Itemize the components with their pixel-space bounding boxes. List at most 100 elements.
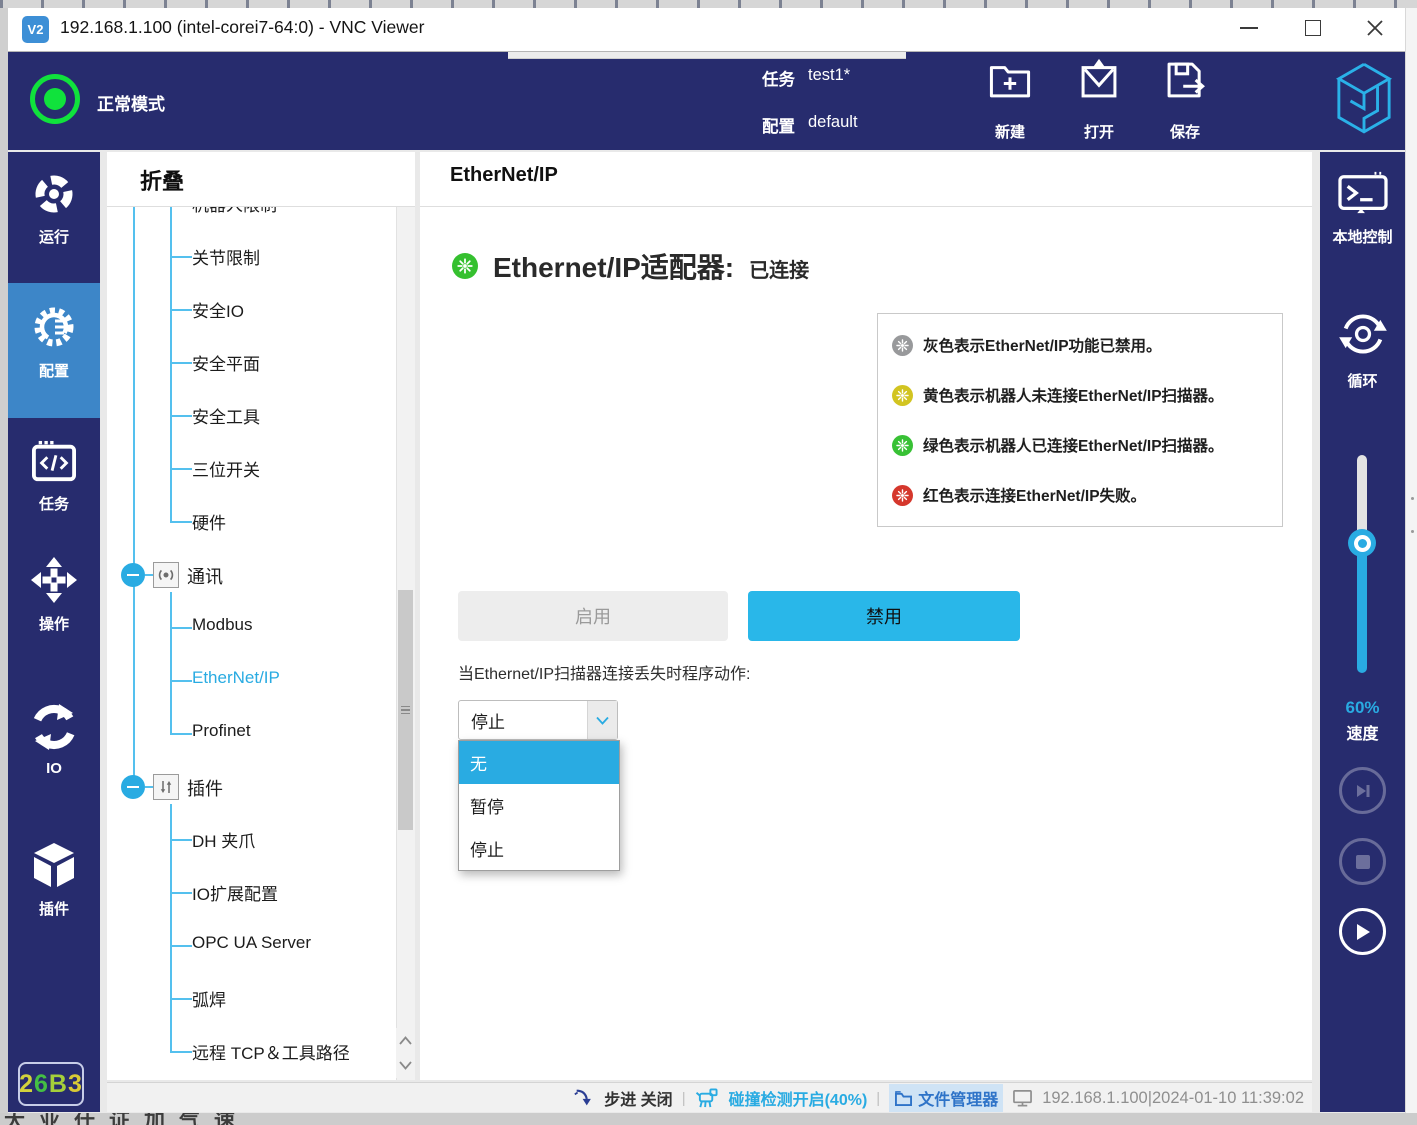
- minimize-button[interactable]: [1226, 8, 1272, 48]
- local-control-label: 本地控制: [1332, 226, 1392, 247]
- collapse-toggle-icon[interactable]: [121, 775, 145, 799]
- file-manager-button[interactable]: 文件管理器: [889, 1084, 1003, 1112]
- select-value: 停止: [459, 701, 587, 739]
- new-button[interactable]: 新建: [978, 58, 1042, 142]
- speed-slider-fill[interactable]: [1357, 543, 1367, 673]
- tree-collapse-header[interactable]: 折叠: [140, 164, 184, 196]
- tree-connector: [170, 521, 192, 523]
- tree-item-plugins[interactable]: 插件: [187, 775, 223, 801]
- play-button[interactable]: [1339, 908, 1386, 955]
- step-mode-status[interactable]: 步进 关闭: [604, 1086, 672, 1110]
- save-button[interactable]: 保存: [1153, 58, 1217, 142]
- safety-checksum-badge: 2 6 B 3: [18, 1062, 84, 1106]
- tree-item-io-expansion[interactable]: IO扩展配置: [192, 880, 278, 905]
- tree-connector: [170, 892, 192, 894]
- sidebar-item-task[interactable]: 任务: [8, 432, 100, 532]
- step-next-button[interactable]: [1339, 767, 1386, 814]
- scroll-down-button[interactable]: [396, 1053, 415, 1078]
- tree-item-ethernet-ip[interactable]: EtherNet/IP: [192, 668, 280, 688]
- tree-item-arc-welding[interactable]: 弧焊: [192, 986, 226, 1011]
- config-label: 配置: [762, 113, 795, 137]
- task-code-icon: [31, 440, 77, 484]
- chevron-down-icon: [596, 716, 609, 725]
- enable-button[interactable]: 启用: [458, 591, 728, 641]
- tree-connector: [170, 839, 192, 841]
- collision-detect-status[interactable]: 碰撞检测开启(40%): [729, 1086, 868, 1110]
- maximize-icon: [1305, 20, 1321, 36]
- tree-item-hardware[interactable]: 硬件: [192, 509, 226, 534]
- loop-label: 循环: [1347, 370, 1377, 391]
- gray-status-icon: [892, 335, 913, 356]
- yellow-status-icon: [892, 385, 913, 406]
- window-title: 192.168.1.100 (intel-corei7-64:0) - VNC …: [60, 17, 424, 38]
- loss-action-select[interactable]: 停止: [458, 700, 618, 740]
- folder-icon: [894, 1090, 913, 1107]
- monitor-icon: [1012, 1089, 1033, 1108]
- tree-item-opc-ua-server[interactable]: OPC UA Server: [192, 933, 311, 953]
- speed-slider-knob[interactable]: [1348, 529, 1376, 557]
- scroll-up-button[interactable]: [396, 1028, 415, 1053]
- tree-item-dh-gripper[interactable]: DH 夹爪: [192, 827, 255, 852]
- sidebar-item-label: 配置: [39, 360, 69, 381]
- sidebar-item-label: 运行: [39, 226, 69, 247]
- open-button[interactable]: 打开: [1067, 58, 1131, 142]
- maximize-button[interactable]: [1290, 8, 1336, 48]
- tree-item-three-position-switch[interactable]: 三位开关: [192, 456, 260, 481]
- scrollbar-grip-icon: [401, 704, 410, 717]
- dropdown-option-none[interactable]: 无: [459, 741, 619, 784]
- loop-button[interactable]: 循环: [1320, 308, 1405, 391]
- sidebar-item-jog[interactable]: 操作: [8, 548, 100, 648]
- screen: V2 192.168.1.100 (intel-corei7-64:0) - V…: [0, 0, 1417, 1125]
- tree-item-profinet[interactable]: Profinet: [192, 721, 251, 741]
- comm-antenna-icon: [153, 562, 179, 588]
- legend-row: 黄色表示机器人未连接EtherNet/IP扫描器。: [892, 384, 1268, 406]
- checksum-char: 3: [68, 1070, 83, 1099]
- tree-item-safety-io[interactable]: 安全IO: [192, 297, 244, 322]
- close-icon: [1365, 18, 1385, 38]
- tree-item-robot-limits[interactable]: 机器人限制: [192, 207, 277, 216]
- collapse-toggle-icon[interactable]: [121, 563, 145, 587]
- loop-cycle-icon: [1337, 308, 1389, 360]
- legend-text: 黄色表示机器人未连接EtherNet/IP扫描器。: [923, 384, 1224, 406]
- stop-button[interactable]: [1339, 838, 1386, 885]
- close-button[interactable]: [1352, 8, 1398, 48]
- run-target-icon: [31, 171, 77, 217]
- robot-mode-indicator[interactable]: [30, 74, 80, 124]
- tree-scrollbar-thumb[interactable]: [398, 590, 413, 830]
- config-value[interactable]: default: [808, 113, 858, 132]
- legend-text: 绿色表示机器人已连接EtherNet/IP扫描器。: [923, 434, 1224, 456]
- cube-icon: [30, 841, 78, 889]
- mode-label: 正常模式: [97, 90, 165, 115]
- select-arrow-button[interactable]: [587, 701, 617, 739]
- dropdown-option-stop[interactable]: 停止: [459, 827, 619, 870]
- dropdown-option-pause[interactable]: 暂停: [459, 784, 619, 827]
- tree-connector: [170, 309, 192, 311]
- sidebar-item-run[interactable]: 运行: [8, 163, 100, 263]
- checksum-char: 2: [19, 1070, 34, 1099]
- io-swap-icon: [30, 703, 78, 751]
- sidebar-item-config[interactable]: 配置: [8, 283, 100, 418]
- adapter-status-row: Ethernet/IP适配器: 已连接: [452, 246, 809, 286]
- tree-item-remote-tcp[interactable]: 远程 TCP＆工具路径: [192, 1039, 350, 1064]
- brand-logo-icon: [1335, 60, 1393, 138]
- tree-item-modbus[interactable]: Modbus: [192, 615, 252, 635]
- task-value[interactable]: test1*: [808, 66, 850, 85]
- tree-item-safety-plane[interactable]: 安全平面: [192, 350, 260, 375]
- desktop-edge-bottom: 大业什证加气速: [0, 1113, 1417, 1125]
- desktop-edge-top: [0, 0, 1417, 8]
- open-button-label: 打开: [1084, 121, 1114, 142]
- minimize-icon: [1240, 27, 1258, 29]
- local-control-button[interactable]: 本地控制: [1320, 170, 1405, 247]
- status-bar: 步进 关闭 | 碰撞检测开启(40%) | 文件管理器 192.: [107, 1082, 1312, 1112]
- tree-item-communication[interactable]: 通讯: [187, 563, 223, 589]
- vnc-titlebar[interactable]: V2 192.168.1.100 (intel-corei7-64:0) - V…: [8, 8, 1417, 52]
- open-icon: [1076, 58, 1122, 102]
- stop-icon: [1355, 854, 1371, 870]
- tree-item-safety-tool[interactable]: 安全工具: [192, 403, 260, 428]
- vnc-app-icon: V2: [22, 16, 49, 43]
- tree-item-joint-limits[interactable]: 关节限制: [192, 244, 260, 269]
- sidebar-item-io[interactable]: IO: [8, 695, 100, 795]
- desktop-peek-notch: [508, 52, 906, 59]
- disable-button[interactable]: 禁用: [748, 591, 1020, 641]
- sidebar-item-plugin[interactable]: 插件: [8, 833, 100, 933]
